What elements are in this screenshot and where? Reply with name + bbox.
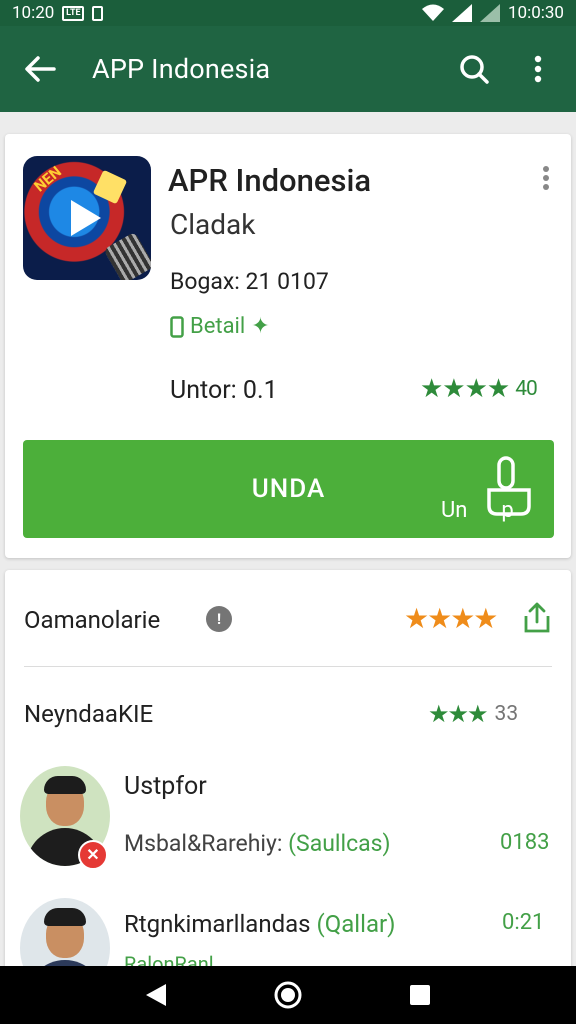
- more-vert-icon: [534, 55, 542, 83]
- star-rating-icons: ★★★★: [420, 374, 510, 404]
- badge-label: Betail: [190, 314, 246, 339]
- nav-recents-button[interactable]: [398, 973, 442, 1017]
- search-icon: [460, 55, 489, 84]
- rating-stars: ★★★★ 40: [420, 374, 538, 404]
- sim-icon: LTE: [62, 5, 85, 21]
- review-count: 0:21: [502, 910, 545, 935]
- review-count: 0183: [500, 830, 550, 855]
- reviews-star-icons: ★★★: [428, 700, 489, 728]
- divider: [24, 666, 552, 667]
- info-icon[interactable]: !: [206, 606, 232, 632]
- overall-stars: ★★★★: [404, 602, 498, 635]
- reviewer-name: Ustpfor: [124, 772, 207, 801]
- nav-back-button[interactable]: [134, 973, 178, 1017]
- status-bar: 10:20 LTE 10:0:30: [0, 0, 576, 26]
- rating-label: Untor: 0.1: [170, 376, 278, 405]
- editor-badge: Betail ✦: [170, 314, 270, 339]
- section-title: Oamanolarie: [24, 606, 161, 634]
- app-bar: APP Indonesia: [0, 26, 576, 112]
- square-recents-icon: [410, 985, 430, 1005]
- play-icon: [71, 200, 101, 236]
- status-time-left: 10:20: [12, 3, 55, 23]
- install-button[interactable]: UNDA Un p: [23, 440, 554, 538]
- circle-home-icon: [274, 981, 302, 1009]
- app-size-info: Bogax: 21 0107: [170, 268, 329, 295]
- search-button[interactable]: [454, 49, 494, 89]
- close-icon[interactable]: ✕: [78, 840, 108, 870]
- microphone-icon: [103, 231, 151, 280]
- reviews-count: 33: [494, 702, 519, 726]
- review-text: Msbal&Rarehiy: (Saullcas): [124, 830, 391, 857]
- nav-home-button[interactable]: [266, 973, 310, 1017]
- review-tag: (Saullcas): [288, 830, 391, 857]
- rating-count: 40: [515, 377, 538, 401]
- review-tag: (Qallar): [316, 910, 396, 938]
- developer-name[interactable]: Cladak: [170, 208, 255, 241]
- share-icon[interactable]: [522, 602, 552, 634]
- more-vert-icon: [543, 166, 549, 190]
- card-more-button[interactable]: [534, 160, 558, 196]
- wifi-icon: [421, 4, 444, 21]
- back-button[interactable]: [18, 47, 62, 91]
- reviews-stars: ★★★ 33: [428, 700, 518, 728]
- star-icon: ✦: [251, 314, 270, 339]
- app-bar-title: APP Indonesia: [92, 53, 271, 85]
- arrow-left-icon: [25, 56, 56, 82]
- app-name: APR Indonesia: [168, 162, 372, 199]
- status-time-right: 10:0:30: [507, 3, 564, 23]
- reviews-heading: NeyndaaKIE: [24, 700, 154, 728]
- reviewer-name: Rtgnkimarllandas (Qallar): [124, 910, 396, 938]
- hand-tap-icon: [487, 456, 531, 516]
- signal-icon-2: [479, 4, 500, 22]
- app-logo: NEN: [23, 156, 151, 280]
- navigation-bar: [0, 966, 576, 1024]
- more-options-button[interactable]: [518, 49, 558, 89]
- logo-ring-text: NEN: [30, 162, 65, 196]
- signal-icon: [451, 4, 472, 22]
- battery-small-icon: [92, 5, 104, 21]
- triangle-back-icon: [146, 984, 166, 1006]
- phone-icon: [170, 315, 184, 338]
